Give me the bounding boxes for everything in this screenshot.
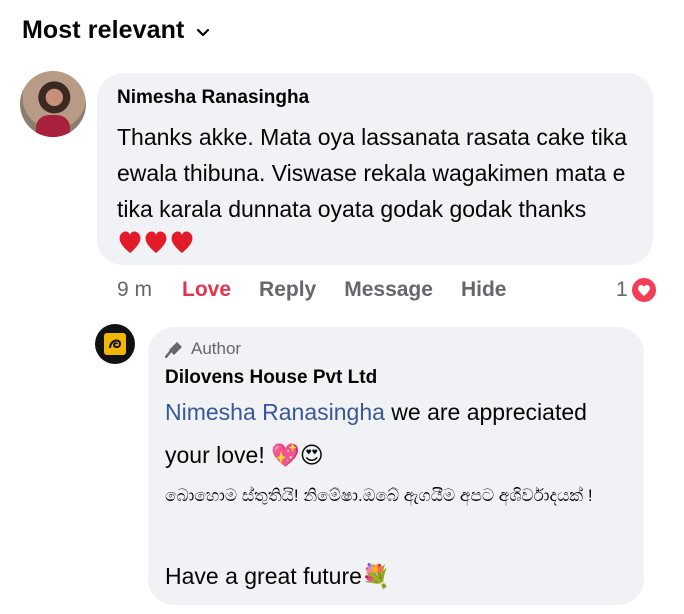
avatar-shirt bbox=[36, 115, 70, 137]
author-badge: Author bbox=[165, 339, 241, 359]
reply-closing: Have a great future💐 bbox=[165, 563, 391, 590]
reply-text: Nimesha Ranasingha we are appreciated yo… bbox=[165, 391, 635, 477]
comment-bubble: Nimesha Ranasingha Thanks akke. Mata oya… bbox=[97, 73, 653, 265]
mention-link[interactable]: Nimesha Ranasingha bbox=[165, 399, 385, 425]
reply-closing-text: Have a great future bbox=[165, 563, 362, 589]
sort-dropdown[interactable]: Most relevant bbox=[22, 16, 210, 45]
bouquet-emoji: 💐 bbox=[361, 563, 391, 589]
comment-time: 9 m bbox=[117, 278, 153, 301]
hide-button[interactable]: Hide bbox=[461, 278, 507, 302]
heart-face-emoji: 💖😍 bbox=[271, 442, 324, 468]
reply-sinhala-text: බොහොම ස්තුතියි! නිමේෂා.ඔබේ ඇගයීම අපට අශි… bbox=[165, 486, 593, 505]
reply-button[interactable]: Reply bbox=[259, 278, 316, 302]
page-avatar[interactable] bbox=[95, 324, 135, 364]
love-button[interactable]: Love bbox=[182, 278, 231, 302]
comment-text: Thanks akke. Mata oya lassanata rasata c… bbox=[117, 119, 647, 265]
comment-body: Thanks akke. Mata oya lassanata rasata c… bbox=[117, 124, 628, 222]
comment-author[interactable]: Nimesha Ranasingha bbox=[117, 87, 309, 109]
avatar[interactable] bbox=[20, 71, 86, 137]
reaction-count[interactable]: 1 bbox=[616, 276, 658, 304]
love-reaction-icon bbox=[629, 276, 658, 304]
message-button[interactable]: Message bbox=[344, 278, 433, 302]
reply-bubble: Author Dilovens House Pvt Ltd Nimesha Ra… bbox=[148, 327, 644, 605]
microphone-icon bbox=[165, 342, 182, 358]
chevron-down-icon bbox=[196, 26, 210, 40]
red-heart-emoji bbox=[117, 229, 195, 265]
reply-author[interactable]: Dilovens House Pvt Ltd bbox=[165, 367, 377, 389]
comment-actions: 9 m Love Reply Message Hide bbox=[117, 276, 534, 304]
author-badge-label: Author bbox=[191, 339, 242, 358]
reaction-count-number: 1 bbox=[616, 278, 628, 301]
sort-label: Most relevant bbox=[22, 16, 185, 44]
